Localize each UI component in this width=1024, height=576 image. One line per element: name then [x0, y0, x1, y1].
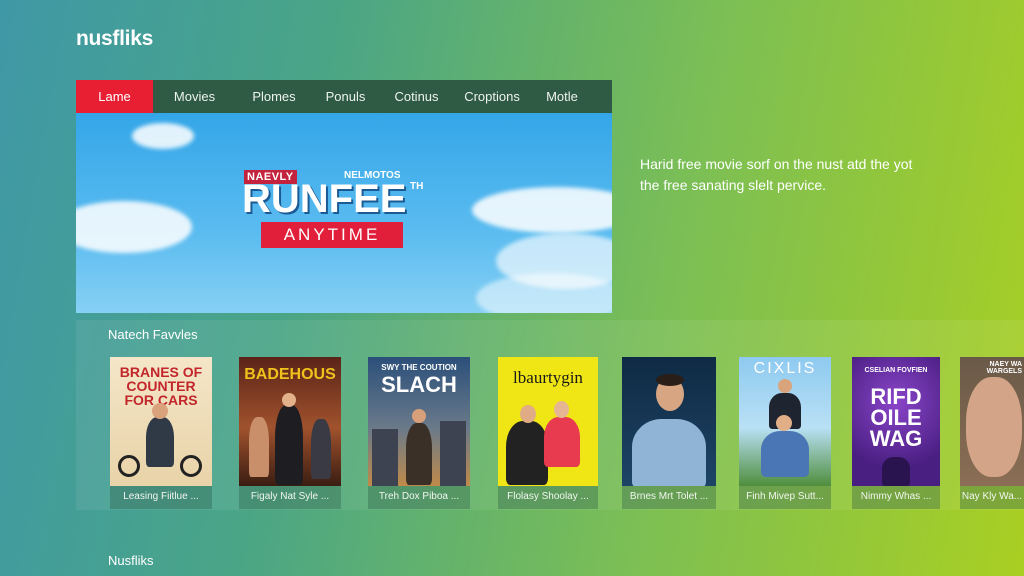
- hero-title: RUNFEE: [242, 177, 407, 221]
- movie-caption: Nimmy Whas ...: [860, 491, 932, 502]
- nav-item-home[interactable]: Lame: [76, 80, 153, 113]
- movie-caption: Brnes Mrt Tolet ...: [629, 491, 709, 502]
- section-title: Natech Favvles: [108, 327, 198, 342]
- poster-figure: [632, 419, 706, 486]
- poster-title: SLACH: [381, 372, 457, 397]
- movie-card[interactable]: CIXLIS Finh Mivep Sutt...: [739, 357, 831, 509]
- movie-caption: Treh Dox Piboa ...: [378, 491, 460, 502]
- movie-poster: CSELIAN FOVFIEN RIFD OILE WAG: [852, 357, 940, 486]
- motorbike-wheel: [180, 455, 202, 477]
- poster-figure-head: [282, 393, 296, 407]
- promo-text: Harid free movie sorf on the nust atd th…: [640, 156, 913, 193]
- poster-subtitle: CSELIAN FOVFIEN: [864, 367, 928, 374]
- poster-figure-head: [412, 409, 426, 423]
- movie-caption: Finh Mivep Sutt...: [746, 491, 824, 502]
- hero-banner[interactable]: NAEVLY NELMOTOS RUNFEE TH ANYTIME: [76, 113, 612, 313]
- movie-poster: NAEY WA WARGELS: [960, 357, 1024, 486]
- poster-figure: [882, 457, 910, 486]
- poster-figure-head: [152, 403, 168, 419]
- poster-figure-head: [554, 401, 569, 418]
- nav-item-motle[interactable]: Motle: [530, 80, 594, 113]
- hero-tagline: ANYTIME: [261, 222, 403, 248]
- nav-item-movies[interactable]: Movies: [153, 80, 236, 113]
- footer-label: Nusfliks: [108, 553, 154, 568]
- app-logo[interactable]: nusfliks: [76, 27, 153, 51]
- poster-figure: [544, 417, 580, 467]
- poster-figure-head: [778, 379, 792, 393]
- poster-figure: [249, 417, 269, 477]
- hero-cloud: [476, 273, 612, 313]
- movie-caption: Leasing Fiitlue ...: [123, 491, 199, 502]
- movie-card[interactable]: NAEY WA WARGELS Nay Kly Wa...: [960, 357, 1024, 509]
- movie-card[interactable]: BRANES OF COUNTER FOR CARS Leasing Fiitl…: [110, 357, 212, 509]
- poster-figure-head: [520, 405, 536, 423]
- hero-cloud: [132, 123, 194, 149]
- movie-card[interactable]: CSELIAN FOVFIEN RIFD OILE WAG Nimmy Whas…: [852, 357, 940, 509]
- poster-figure-head: [966, 377, 1022, 477]
- hero-title-mark: TH: [410, 181, 424, 192]
- hero-cloud: [472, 187, 612, 233]
- hero-cloud: [76, 201, 192, 253]
- movie-poster: BRANES OF COUNTER FOR CARS: [110, 357, 212, 486]
- poster-subtitle: SWY THE COUTION: [381, 363, 457, 372]
- poster-title: BADEHOUS: [244, 366, 336, 383]
- poster-figure: [761, 431, 809, 477]
- poster-title: CIXLIS: [753, 360, 817, 377]
- nav-item-ponuls[interactable]: Ponuls: [312, 80, 379, 113]
- poster-title: BRANES OF COUNTER FOR CARS: [119, 364, 203, 408]
- nav-item-plomes[interactable]: Plomes: [236, 80, 312, 113]
- poster-title: RIFD OILE WAG: [869, 384, 923, 451]
- nav-item-cotinus[interactable]: Cotinus: [379, 80, 454, 113]
- poster-figure-head: [776, 415, 792, 431]
- city-skyline: [372, 429, 398, 486]
- movie-caption: Figaly Nat Syle ...: [250, 491, 330, 502]
- movie-caption: Flolasy Shoolay ...: [507, 491, 589, 502]
- motorbike-wheel: [118, 455, 140, 477]
- movie-poster: BADEHOUS: [239, 357, 341, 486]
- poster-figure: [146, 417, 174, 467]
- movie-card[interactable]: BADEHOUS Figaly Nat Syle ...: [239, 357, 341, 509]
- movie-card[interactable]: SWY THE COUTION SLACH Treh Dox Piboa ...: [368, 357, 470, 509]
- movie-poster: SWY THE COUTION SLACH: [368, 357, 470, 486]
- movie-caption: Nay Kly Wa...: [961, 491, 1023, 502]
- poster-figure-hair: [656, 374, 684, 386]
- poster-title: lbaurtygin: [513, 368, 583, 387]
- poster-figure: [406, 423, 432, 485]
- poster-subtitle: NAEY WA WARGELS: [986, 361, 1022, 375]
- poster-figure: [506, 421, 548, 485]
- movie-poster: [622, 357, 716, 486]
- nav-item-croptions[interactable]: Croptions: [454, 80, 530, 113]
- main-nav: Lame Movies Plomes Ponuls Cotinus Cropti…: [76, 80, 612, 113]
- poster-figure: [311, 419, 331, 479]
- poster-figure: [275, 405, 303, 485]
- movie-card[interactable]: Brnes Mrt Tolet ...: [622, 357, 716, 509]
- city-skyline: [440, 421, 466, 486]
- movie-poster: CIXLIS: [739, 357, 831, 486]
- movie-card[interactable]: lbaurtygin Flolasy Shoolay ...: [498, 357, 598, 509]
- movie-poster: lbaurtygin: [498, 357, 598, 486]
